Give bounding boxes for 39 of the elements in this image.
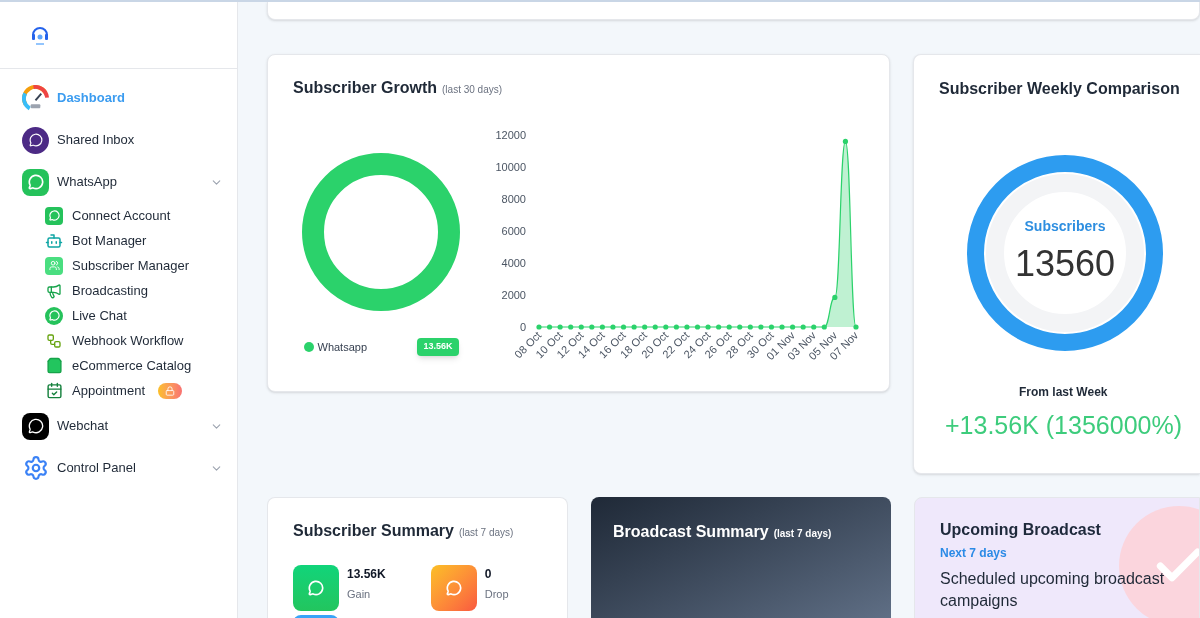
y-tick-label: 0: [519, 321, 526, 333]
y-tick-label: 2000: [501, 289, 526, 301]
card-subtitle: Next 7 days: [940, 545, 1008, 562]
legend-label: Whatsapp: [317, 339, 368, 355]
card-title: Upcoming Broadcast: [940, 520, 1102, 540]
y-tick-label: 10000: [495, 161, 526, 173]
card-title: Subscriber Growth: [293, 78, 438, 98]
card-subtitle: (last 7 days): [773, 527, 832, 541]
ring-label: Subscribers: [1024, 216, 1106, 236]
nav-item[interactable]: WhatsApp: [0, 161, 237, 203]
comparison-change: +13.56K (1356000%): [945, 410, 1182, 441]
nav-subitem[interactable]: eCommerce Catalog: [0, 353, 237, 378]
card-title: Subscriber Summary: [293, 521, 454, 541]
value-badge: 13.56K: [417, 338, 459, 356]
card-subtitle: (last 30 days): [442, 83, 503, 97]
stat-label: Gain: [347, 587, 372, 602]
nav-item[interactable]: Control Panel: [0, 447, 237, 489]
nav-subitem[interactable]: Bot Manager: [0, 228, 237, 253]
y-tick-label: 4000: [501, 257, 526, 269]
comparison-label: From last Week: [1019, 384, 1108, 401]
nav-subitem[interactable]: Connect Account: [0, 203, 237, 228]
ring-value: 13560: [1014, 241, 1116, 286]
card-title: Subscriber Weekly Comparison: [939, 79, 1180, 99]
y-tick-label: 8000: [501, 193, 526, 205]
nav-subitem[interactable]: Subscriber Manager: [0, 253, 237, 278]
nav-item[interactable]: Webchat: [0, 405, 237, 447]
nav-subitem[interactable]: Appointment: [0, 378, 237, 403]
card-subtitle: (last 7 days): [458, 526, 514, 540]
stat-value: 0: [484, 566, 493, 583]
nav-subitem[interactable]: Webhook Workflow: [0, 328, 237, 353]
stat-value: 13.56K: [347, 566, 386, 583]
nav-item[interactable]: Shared Inbox: [0, 119, 237, 161]
y-tick-label: 6000: [501, 225, 526, 237]
stat-label: Drop: [484, 587, 509, 602]
card-title: Broadcast Summary: [613, 522, 769, 542]
nav-subitem[interactable]: Live Chat: [0, 303, 237, 328]
y-tick-label: 12000: [495, 129, 526, 141]
card-text: Scheduled upcoming broadcast campaigns: [940, 569, 1166, 611]
nav-subitem[interactable]: Broadcasting: [0, 278, 237, 303]
